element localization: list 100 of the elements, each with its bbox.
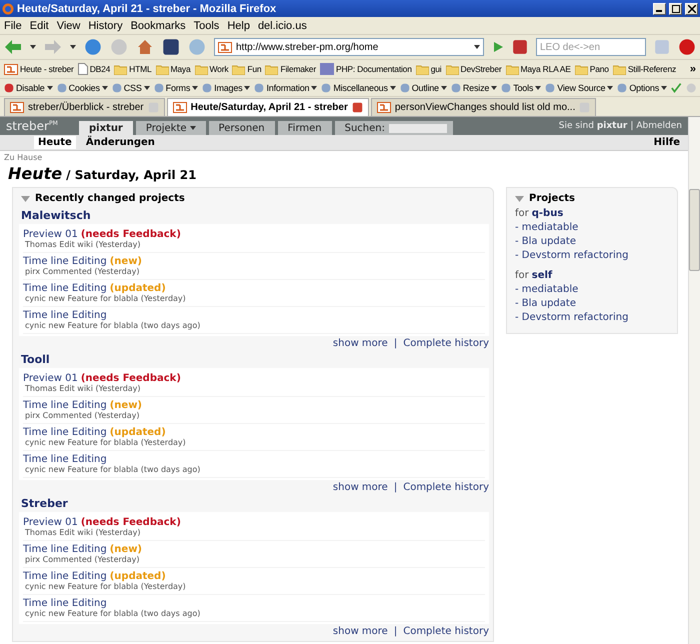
menu-item[interactable]: Help	[227, 20, 250, 32]
toolbar-menu[interactable]: CSS	[112, 82, 150, 92]
caret-icon	[46, 86, 53, 90]
browser-tab[interactable]: Heute/Saturday, April 21 - streber	[166, 98, 369, 116]
url-field[interactable]: http://www.streber-pm.org/home	[214, 38, 484, 56]
browser-tab[interactable]: streber/Überblick - streber	[4, 98, 165, 116]
search-input[interactable]	[389, 124, 448, 132]
bookmark-item[interactable]: HTML	[114, 64, 152, 74]
bookmark-item[interactable]: Heute - streber	[4, 64, 74, 74]
bookmark-item[interactable]: Maya	[156, 64, 191, 74]
change-title-link[interactable]: Time line Editing	[23, 571, 107, 582]
toolbar-menu[interactable]: Miscellaneous	[321, 82, 396, 92]
menu-item[interactable]: View	[56, 20, 80, 32]
app-logo[interactable]: streber$^{PM}$	[6, 119, 76, 133]
user-info: Sie sind pixtur	[558, 121, 628, 131]
menu-item[interactable]: Edit	[30, 20, 49, 32]
group-name-link[interactable]: q-bus	[532, 208, 564, 219]
browser-tab[interactable]: personViewChanges should list old mo...	[370, 98, 596, 116]
toolbar-menu[interactable]: Disable	[4, 82, 53, 92]
change-meta: cynic new Feature for blabla (two days ago)	[24, 609, 202, 618]
bookmark-item[interactable]: Fun	[232, 64, 262, 74]
project-name[interactable]: Tooll	[21, 353, 50, 366]
menu-item[interactable]: Bookmarks	[130, 20, 186, 32]
maximize-button[interactable]	[669, 2, 682, 14]
bookmark-item[interactable]: PHP: Documentation	[320, 63, 412, 75]
site-logo-icon	[172, 102, 187, 113]
change-title-link[interactable]: Time line Editing	[23, 400, 107, 411]
status-label: (new)	[110, 544, 142, 555]
history-link[interactable]: Complete history	[403, 626, 489, 637]
status-label: (needs Feedback)	[80, 373, 181, 384]
bookmark-item[interactable]: Still-Referenz	[612, 64, 676, 74]
collapse-triangle-icon[interactable]	[515, 196, 524, 202]
forward-arrow-icon[interactable]	[44, 39, 62, 55]
show-more-link[interactable]: show more	[332, 338, 388, 349]
nav-tab[interactable]: Projekte	[136, 121, 206, 135]
status-label: (new)	[110, 256, 142, 267]
change-title-link[interactable]: Time line Editing	[23, 427, 107, 438]
bookmark-item[interactable]: Filemaker	[265, 64, 316, 74]
change-title-link[interactable]: Time line Editing	[23, 256, 107, 267]
toolbar-menu[interactable]: Images	[202, 82, 250, 92]
toolbar-menu[interactable]: View Source	[545, 82, 614, 92]
scrollbar[interactable]	[688, 117, 700, 644]
project-link[interactable]: - Bla update	[515, 298, 673, 309]
project-link[interactable]: - Devstorm refactoring	[515, 312, 673, 323]
back-arrow-icon[interactable]	[4, 39, 22, 55]
toolbar-menu[interactable]: Tools	[501, 82, 542, 92]
show-more-link[interactable]: show more	[332, 482, 388, 493]
change-title-link[interactable]: Time line Editing	[23, 310, 107, 321]
minimize-button[interactable]	[653, 2, 666, 14]
change-title-link[interactable]: Preview 01	[23, 373, 78, 384]
change-title-link[interactable]: Time line Editing	[23, 283, 107, 294]
project-name[interactable]: Malewitsch	[21, 209, 91, 222]
project-name[interactable]: Streber	[21, 497, 68, 510]
separator: |	[394, 338, 398, 349]
site-logo-icon	[376, 102, 391, 113]
home-icon[interactable]	[136, 38, 154, 56]
sub-nav-tab[interactable]: Heute	[34, 136, 76, 149]
menu-item[interactable]: Tools	[194, 20, 220, 32]
history-link[interactable]: Complete history	[403, 338, 489, 349]
bookmark-item[interactable]: Pano	[574, 64, 609, 74]
close-button[interactable]	[685, 2, 698, 14]
breadcrumb[interactable]: Zu Hause	[0, 151, 688, 162]
change-title-link[interactable]: Time line Editing	[23, 598, 107, 609]
toolbar-menu[interactable]: Cookies	[56, 82, 108, 92]
group-name-link[interactable]: self	[532, 270, 552, 281]
toolbar-menu[interactable]: Information	[254, 82, 318, 92]
project-link[interactable]: - mediatable	[515, 284, 673, 295]
toolbar-menu[interactable]: Outline	[400, 82, 447, 92]
bookmark-item[interactable]: DevStreber	[446, 64, 502, 74]
nav-tab[interactable]: pixtur	[79, 121, 133, 135]
toolbar-menu[interactable]: Forms	[154, 82, 198, 92]
history-link[interactable]: Complete history	[403, 482, 489, 493]
help-link[interactable]: Hilfe	[654, 137, 680, 148]
toolbar-menu[interactable]: Resize	[450, 82, 498, 92]
bookmark-item[interactable]: Maya RLA AE	[506, 64, 571, 74]
show-more-link[interactable]: show more	[332, 626, 388, 637]
bookmark-item[interactable]: gui	[416, 64, 442, 74]
logout-link[interactable]: Abmelden	[636, 121, 682, 131]
bookmark-item[interactable]: Work	[194, 64, 228, 74]
caret-icon	[661, 86, 667, 90]
change-title-link[interactable]: Time line Editing	[23, 454, 107, 465]
menu-item[interactable]: del.icio.us	[258, 20, 307, 32]
collapse-triangle-icon[interactable]	[21, 196, 30, 202]
bookmark-item[interactable]: DB24	[78, 63, 110, 75]
menu-item[interactable]: History	[88, 20, 123, 32]
change-title-link[interactable]: Preview 01	[23, 229, 78, 240]
checkmark-icon[interactable]	[671, 82, 682, 94]
project-link[interactable]: - Devstorm refactoring	[515, 250, 673, 261]
go-arrow-icon[interactable]	[492, 41, 504, 53]
change-title-link[interactable]: Time line Editing	[23, 544, 107, 555]
project-link[interactable]: - Bla update	[515, 236, 673, 247]
sub-nav-tab[interactable]: Änderungen	[82, 136, 159, 149]
menu-item[interactable]: File	[4, 20, 22, 32]
overflow-chevron[interactable]: »	[690, 63, 696, 75]
change-title-link[interactable]: Preview 01	[23, 517, 78, 528]
nav-tab[interactable]: Firmen	[278, 121, 332, 135]
change-meta: cynic new Feature for blabla (Yesterday)	[24, 438, 187, 447]
nav-tab[interactable]: Personen	[208, 121, 275, 135]
project-link[interactable]: - mediatable	[515, 222, 673, 233]
toolbar-menu[interactable]: Options	[617, 82, 667, 92]
